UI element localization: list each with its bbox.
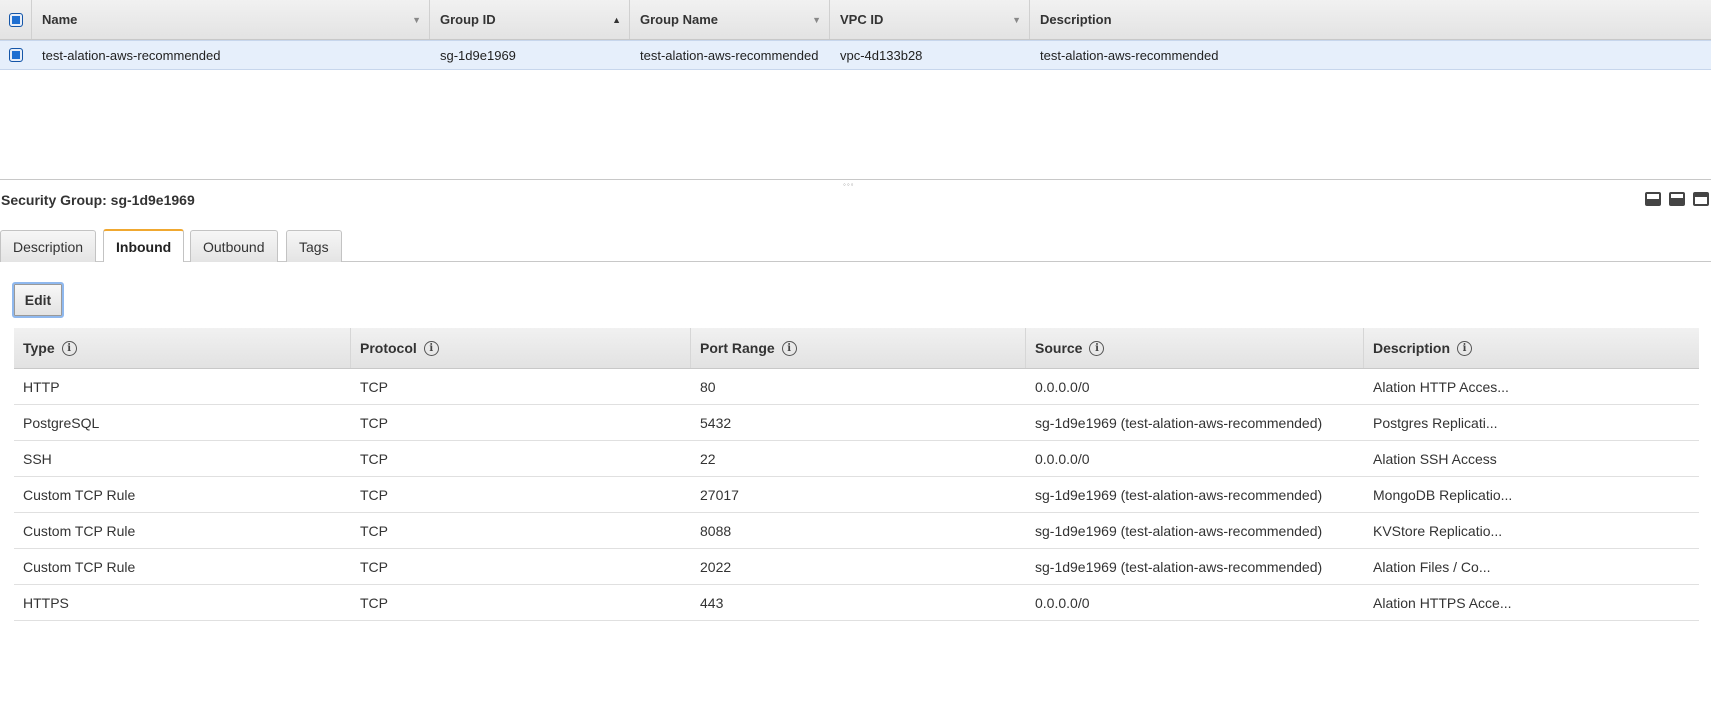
cell-type: SSH (23, 450, 52, 467)
detail-tabs: Description Inbound Outbound Tags (0, 228, 1711, 262)
column-label: Port Range (700, 340, 775, 356)
cell-description: MongoDB Replicatio... (1373, 486, 1513, 503)
cell-protocol: TCP (360, 378, 388, 395)
splitter-grip-icon[interactable]: ◦◦◦ (843, 180, 855, 189)
column-header-source: Source i (1026, 328, 1364, 368)
column-label: Protocol (360, 340, 417, 356)
sort-up-icon: ▲ (612, 15, 621, 25)
cell-description: test-alation-aws-recommended (1040, 47, 1219, 63)
security-groups-grid: Name ▼ Group ID ▲ Group Name ▼ VPC ID ▼ … (0, 0, 1711, 70)
cell-description: Alation Files / Co... (1373, 558, 1491, 575)
row-checkbox[interactable] (9, 48, 23, 62)
column-label: Description (1040, 12, 1112, 27)
info-icon[interactable]: i (61, 340, 77, 356)
tab-outbound[interactable]: Outbound (190, 230, 278, 262)
column-label: Description (1373, 340, 1451, 356)
cell-group-id: sg-1d9e1969 (440, 47, 516, 63)
select-all-cell (0, 0, 32, 39)
info-icon[interactable]: i (1457, 340, 1473, 356)
table-row[interactable]: test-alation-aws-recommended sg-1d9e1969… (0, 40, 1711, 70)
cell-port-range: 80 (700, 378, 716, 395)
table-row: SSH TCP 22 0.0.0.0/0 Alation SSH Access (14, 441, 1699, 477)
cell-source: 0.0.0.0/0 (1035, 378, 1090, 395)
cell-protocol: TCP (360, 486, 388, 503)
table-row: PostgreSQL TCP 5432 sg-1d9e1969 (test-al… (14, 405, 1699, 441)
cell-source: sg-1d9e1969 (test-alation-aws-recommende… (1035, 558, 1323, 575)
cell-group-name: test-alation-aws-recommended (640, 47, 819, 63)
table-row: HTTPS TCP 443 0.0.0.0/0 Alation HTTPS Ac… (14, 585, 1699, 621)
inbound-rules-table: Type i Protocol i Port Range i Source i … (14, 328, 1699, 621)
cell-source: 0.0.0.0/0 (1035, 450, 1090, 467)
panel-view-controls (1645, 192, 1709, 206)
cell-port-range: 22 (700, 450, 716, 467)
edit-button[interactable]: Edit (12, 282, 64, 318)
info-icon[interactable]: i (423, 340, 439, 356)
column-label: Group Name (640, 12, 719, 27)
cell-description: Alation HTTPS Acce... (1373, 594, 1512, 611)
cell-port-range: 8088 (700, 522, 732, 539)
sort-down-icon: ▼ (812, 15, 821, 25)
cell-type: Custom TCP Rule (23, 522, 136, 539)
cell-type: HTTPS (23, 594, 69, 611)
info-icon[interactable]: i (781, 340, 797, 356)
column-label: Name (42, 12, 78, 27)
column-label: VPC ID (840, 12, 884, 27)
tab-description[interactable]: Description (0, 230, 97, 262)
select-all-checkbox[interactable] (8, 12, 23, 27)
cell-type: Custom TCP Rule (23, 486, 136, 503)
panel-split-icon[interactable] (1669, 192, 1685, 206)
cell-source: sg-1d9e1969 (test-alation-aws-recommende… (1035, 522, 1323, 539)
cell-description: Alation SSH Access (1373, 450, 1497, 467)
table-row: Custom TCP Rule TCP 27017 sg-1d9e1969 (t… (14, 477, 1699, 513)
sort-down-icon: ▼ (1012, 15, 1021, 25)
cell-description: Postgres Replicati... (1373, 414, 1498, 431)
column-header-vpc-id[interactable]: VPC ID ▼ (830, 0, 1030, 39)
column-label: Group ID (440, 12, 496, 27)
table-row: Custom TCP Rule TCP 8088 sg-1d9e1969 (te… (14, 513, 1699, 549)
row-select-cell (0, 41, 32, 69)
cell-protocol: TCP (360, 558, 388, 575)
cell-port-range: 5432 (700, 414, 732, 431)
cell-source: sg-1d9e1969 (test-alation-aws-recommende… (1035, 486, 1323, 503)
column-header-name[interactable]: Name ▼ (32, 0, 430, 39)
column-header-group-name[interactable]: Group Name ▼ (630, 0, 830, 39)
tab-inbound[interactable]: Inbound (103, 229, 185, 262)
cell-name: test-alation-aws-recommended (42, 47, 221, 63)
cell-port-range: 27017 (700, 486, 739, 503)
info-icon[interactable]: i (1089, 340, 1105, 356)
cell-source: 0.0.0.0/0 (1035, 594, 1090, 611)
panel-splitter[interactable] (0, 179, 1711, 180)
column-header-port-range: Port Range i (691, 328, 1026, 368)
panel-bottom-icon[interactable] (1645, 192, 1661, 206)
table-row: HTTP TCP 80 0.0.0.0/0 Alation HTTP Acces… (14, 369, 1699, 405)
cell-protocol: TCP (360, 594, 388, 611)
cell-port-range: 2022 (700, 558, 732, 575)
cell-protocol: TCP (360, 522, 388, 539)
column-header-type: Type i (14, 328, 351, 368)
cell-protocol: TCP (360, 414, 388, 431)
cell-source: sg-1d9e1969 (test-alation-aws-recommende… (1035, 414, 1323, 431)
tab-tags[interactable]: Tags (286, 230, 342, 262)
cell-type: Custom TCP Rule (23, 558, 136, 575)
column-header-group-id[interactable]: Group ID ▲ (430, 0, 630, 39)
cell-protocol: TCP (360, 450, 388, 467)
cell-description: Alation HTTP Acces... (1373, 378, 1509, 395)
panel-maximize-icon[interactable] (1693, 192, 1709, 206)
detail-title: Security Group: sg-1d9e1969 (1, 192, 195, 208)
cell-type: PostgreSQL (23, 414, 100, 431)
table-row: Custom TCP Rule TCP 2022 sg-1d9e1969 (te… (14, 549, 1699, 585)
cell-description: KVStore Replicatio... (1373, 522, 1503, 539)
column-label: Type (23, 340, 55, 356)
column-header-protocol: Protocol i (351, 328, 691, 368)
grid-header: Name ▼ Group ID ▲ Group Name ▼ VPC ID ▼ … (0, 0, 1711, 40)
sort-down-icon: ▼ (412, 15, 421, 25)
cell-type: HTTP (23, 378, 60, 395)
cell-port-range: 443 (700, 594, 724, 611)
column-header-description[interactable]: Description (1030, 0, 1711, 39)
column-header-description: Description i (1364, 328, 1699, 368)
rules-header: Type i Protocol i Port Range i Source i … (14, 328, 1699, 369)
cell-vpc-id: vpc-4d133b28 (840, 47, 923, 63)
column-label: Source (1035, 340, 1083, 356)
